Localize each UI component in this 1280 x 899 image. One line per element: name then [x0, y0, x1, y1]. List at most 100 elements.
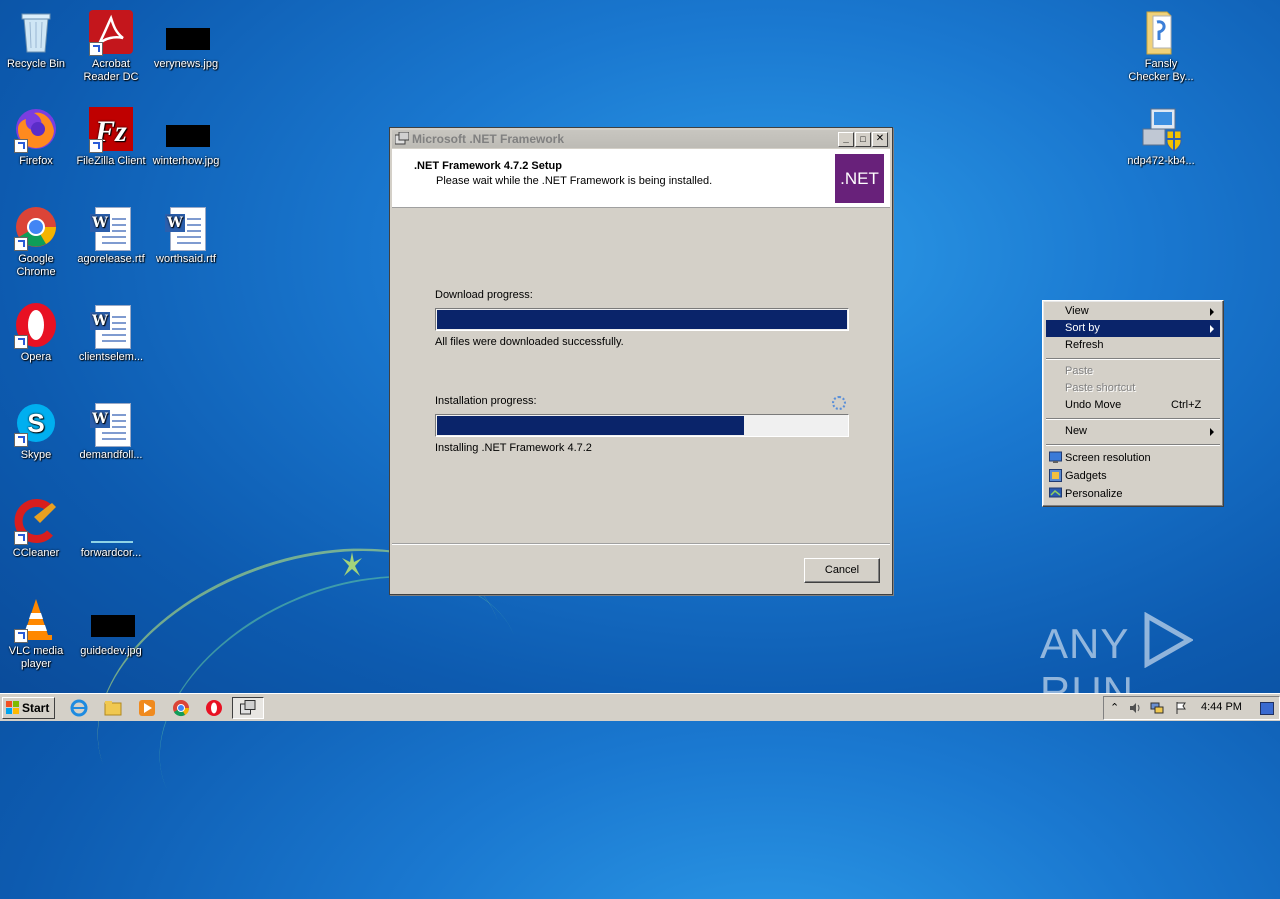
desktop-icon-vlc[interactable]: VLC media player: [0, 595, 74, 671]
shortcut-arrow-icon: [14, 335, 28, 349]
installation-status: Installing .NET Framework 4.7.2: [435, 442, 592, 454]
desktop-icon-label: verynews.jpg: [153, 58, 219, 70]
opera-taskbar-icon[interactable]: [205, 699, 223, 717]
windows-flag-icon: [6, 701, 19, 714]
start-button[interactable]: Start: [2, 697, 55, 719]
desktop-icon-verynews[interactable]: verynews.jpg: [148, 8, 224, 71]
internet-explorer-icon[interactable]: [70, 699, 88, 717]
menu-item-label: View: [1065, 305, 1089, 317]
desktop-icon-guidedev[interactable]: guidedev.jpg: [73, 595, 149, 658]
desktop-icon-label: agorelease.rtf: [77, 253, 145, 265]
desktop-icon-demandfoll[interactable]: W demandfoll...: [73, 399, 149, 462]
menu-separator: [1046, 444, 1220, 446]
menu-item-screen-resolution[interactable]: Screen resolution: [1046, 450, 1220, 467]
submenu-arrow-icon: [1210, 308, 1214, 316]
desktop-icon-winterhow[interactable]: winterhow.jpg: [148, 105, 224, 168]
installer-icon: [1137, 105, 1185, 153]
show-desktop-icon[interactable]: [1260, 702, 1274, 715]
shortcut-arrow-icon: [14, 433, 28, 447]
gadgets-icon: [1049, 469, 1062, 482]
dialog-header: .NET Framework 4.7.2 Setup Please wait w…: [392, 149, 890, 208]
desktop-icon-firefox[interactable]: Firefox: [0, 105, 74, 168]
desktop-icon-google-chrome[interactable]: Google Chrome: [0, 203, 74, 279]
taskbar-clock[interactable]: 4:44 PM: [1201, 701, 1242, 713]
chrome-taskbar-icon[interactable]: [172, 699, 190, 717]
desktop-icon-clientselem[interactable]: W clientselem...: [73, 301, 149, 364]
menu-item-label: Undo Move: [1065, 399, 1122, 411]
desktop-icon-recycle-bin[interactable]: Recycle Bin: [0, 8, 74, 71]
watermark-text-left: ANY: [1040, 620, 1129, 667]
file-explorer-icon[interactable]: [104, 699, 122, 717]
desktop-icon-worthsaid[interactable]: W worthsaid.rtf: [148, 203, 224, 266]
image-thumbnail-icon: [162, 105, 210, 153]
show-hidden-icons-icon[interactable]: ⌃: [1110, 701, 1124, 715]
desktop-icon-fansly-checker[interactable]: Fansly Checker By...: [1123, 8, 1199, 84]
minimize-button[interactable]: _: [838, 132, 854, 147]
menu-item-label: New: [1065, 425, 1088, 437]
desktop-icon-label: winterhow.jpg: [152, 155, 220, 167]
desktop-icon-acrobat-reader[interactable]: Acrobat Reader DC: [73, 8, 149, 84]
desktop-icon-ccleaner[interactable]: CCleaner: [0, 497, 74, 560]
setup-window-icon: [240, 700, 256, 715]
desktop-icon-label: Firefox: [19, 155, 53, 167]
volume-icon[interactable]: [1128, 701, 1142, 715]
menu-item-gadgets[interactable]: Gadgets: [1046, 468, 1220, 485]
screen-resolution-icon: [1049, 451, 1062, 463]
dialog-titlebar[interactable]: Microsoft .NET Framework _ □ ✕: [392, 130, 890, 148]
desktop-icon-ndp472[interactable]: ndp472-kb4...: [1123, 105, 1199, 168]
desktop-icon-agorelease[interactable]: W agorelease.rtf: [73, 203, 149, 266]
menu-item-refresh[interactable]: Refresh: [1046, 337, 1220, 354]
menu-item-new[interactable]: New: [1046, 423, 1220, 440]
menu-item-view[interactable]: View: [1046, 303, 1220, 320]
desktop-icon-label: demandfoll...: [79, 449, 143, 461]
download-status: All files were downloaded successfully.: [435, 336, 624, 348]
desktop-icon-filezilla[interactable]: Fz FileZilla Client: [73, 105, 149, 168]
desktop-icon-label: forwardcor...: [80, 547, 142, 559]
desktop-icon-label: guidedev.jpg: [80, 645, 142, 657]
shortcut-arrow-icon: [14, 237, 28, 251]
opera-icon: [12, 301, 60, 349]
menu-item-label: Refresh: [1065, 339, 1104, 351]
menu-item-paste-shortcut: Paste shortcut: [1046, 380, 1220, 397]
skype-icon: S: [12, 399, 60, 447]
menu-separator: [1046, 418, 1220, 420]
setup-subtitle: Please wait while the .NET Framework is …: [436, 175, 713, 187]
taskbar-item-dotnet-setup[interactable]: [232, 697, 264, 719]
setup-title: .NET Framework 4.7.2 Setup: [414, 160, 562, 172]
desktop-icon-label: CCleaner: [12, 547, 60, 559]
download-progress-bar: [435, 308, 849, 331]
image-thumbnail-icon: [87, 497, 135, 545]
menu-item-undo-move[interactable]: Undo Move Ctrl+Z: [1046, 397, 1220, 414]
shortcut-arrow-icon: [14, 629, 28, 643]
action-center-flag-icon[interactable]: [1174, 701, 1188, 715]
word-document-icon: W: [87, 399, 135, 447]
vlc-cone-icon: [12, 595, 60, 643]
network-icon[interactable]: [1150, 701, 1164, 715]
personalize-icon: [1049, 487, 1062, 498]
image-thumbnail-icon: [162, 8, 210, 56]
menu-item-personalize[interactable]: Personalize: [1046, 486, 1220, 503]
recycle-bin-icon: [12, 8, 60, 56]
maximize-button[interactable]: □: [855, 132, 871, 147]
desktop-icon-opera[interactable]: Opera: [0, 301, 74, 364]
chrome-icon: [12, 203, 60, 251]
close-button[interactable]: ✕: [872, 132, 888, 147]
menu-item-label: Screen resolution: [1065, 452, 1151, 464]
play-logo-icon: [1144, 611, 1195, 669]
taskbar: Start ⌃ 4:44 PM: [0, 693, 1280, 721]
desktop-icon-forwardcor[interactable]: forwardcor...: [73, 497, 149, 560]
dialog-title: Microsoft .NET Framework: [412, 132, 565, 146]
menu-item-sort-by[interactable]: Sort by: [1046, 320, 1220, 337]
installation-progress-fill: [437, 416, 744, 435]
word-document-icon: W: [87, 203, 135, 251]
desktop-icon-label: ndp472-kb4...: [1127, 155, 1195, 167]
desktop-icon-skype[interactable]: S Skype: [0, 399, 74, 462]
cancel-button[interactable]: Cancel: [804, 558, 880, 583]
desktop-icon-label: Skype: [20, 449, 52, 461]
desktop-icon-label: worthsaid.rtf: [156, 253, 216, 265]
desktop-icon-label: clientselem...: [78, 351, 144, 363]
firefox-icon: [12, 105, 60, 153]
desktop-icon-label: Acrobat Reader DC: [83, 58, 139, 83]
download-progress-fill: [437, 310, 847, 329]
media-player-icon[interactable]: [138, 699, 156, 717]
